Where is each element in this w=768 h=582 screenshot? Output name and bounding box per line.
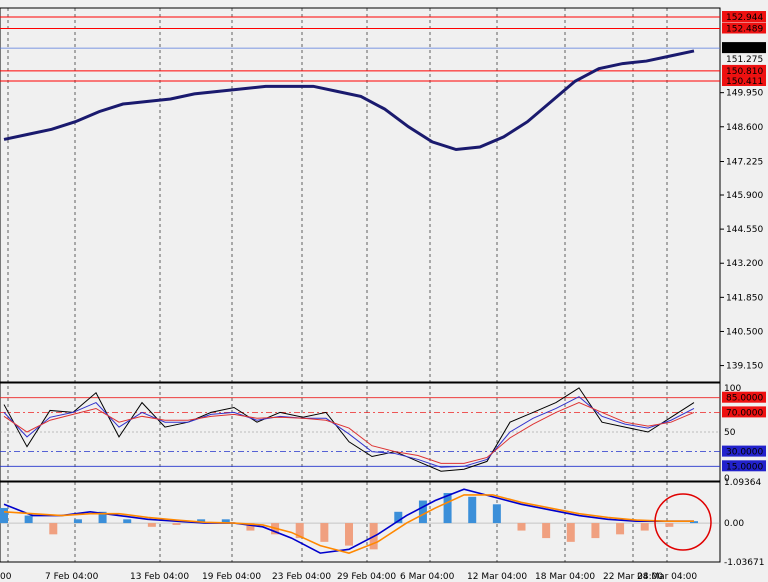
stochastic-level-text: 15.0000 <box>726 462 763 472</box>
price-axis-ticks: 149.950 148.600 147.225 145.900 144.550 143.2… <box>720 89 763 372</box>
macd-histogram-bar <box>468 496 477 524</box>
price-label-text: 151.275 <box>726 55 763 65</box>
macd-histogram-bar <box>517 523 526 531</box>
macd-histogram-bar <box>147 523 156 527</box>
stochastic-level-text: 70.0000 <box>726 408 763 418</box>
price-tick-label: 139.150 <box>726 362 763 372</box>
time-tick-label: 13 Feb 04:00 <box>130 572 189 582</box>
price-tick-label: 143.200 <box>726 259 763 269</box>
macd-histogram-bar <box>418 500 427 524</box>
stochastic-tick-label: 50 <box>724 428 736 438</box>
time-tick-label: 7 Feb 04:00 <box>45 572 99 582</box>
macd-histogram-bar <box>345 523 353 546</box>
macd-histogram-bar <box>123 519 132 524</box>
macd-histogram-bar <box>320 523 329 542</box>
price-tick-label: 144.550 <box>726 225 763 235</box>
macd-histogram-bar <box>24 515 33 524</box>
time-tick-label: 19 Feb 04:00 <box>202 572 261 582</box>
time-tick-label: 6 Mar 04:00 <box>400 572 455 582</box>
macd-histogram-bar <box>492 504 501 524</box>
time-tick-label: 29 Feb 04:00 <box>337 572 396 582</box>
macd-histogram-bar <box>49 523 58 535</box>
price-label-text: 152.944 <box>726 13 763 23</box>
stochastic-level-text: 30.0000 <box>726 448 763 458</box>
price-tick-label: 140.500 <box>726 327 763 337</box>
macd-histogram-bar <box>172 523 181 525</box>
macd-histogram-bar <box>591 523 600 539</box>
price-label-text: 152.489 <box>726 24 763 34</box>
macd-histogram-bar <box>665 523 674 527</box>
price-label-text: 150.411 <box>726 77 763 87</box>
macd-histogram-bar <box>616 523 625 535</box>
current-price-text: 151.713 <box>726 44 763 54</box>
time-tick-label: 23 Feb 04:00 <box>272 572 331 582</box>
time-tick-label: 18 Mar 04:00 <box>535 572 595 582</box>
macd-axis-ticks: 1.09364 0.00 -1.03671 <box>724 478 764 568</box>
macd-histogram-bar <box>542 523 551 539</box>
price-tick-label: 147.225 <box>726 158 763 168</box>
price-tick-label: 145.900 <box>726 191 763 201</box>
price-tick-label: 149.950 <box>726 89 763 99</box>
time-tick-label: 12 Mar 04:00 <box>467 572 527 582</box>
chart-canvas: 152.944152.489151.713151.275150.810150.4… <box>0 7 766 582</box>
price-panel <box>0 7 721 383</box>
stochastic-tick-label: 100 <box>724 384 741 394</box>
time-tick-label: 28 Mar 04:00 <box>637 572 697 582</box>
price-tick-label: 141.850 <box>726 293 763 303</box>
macd-tick-label: 0.00 <box>724 519 744 529</box>
time-tick-label: 00 <box>0 572 12 582</box>
stochastic-level-text: 85.0000 <box>726 394 763 404</box>
macd-histogram-bar <box>0 508 8 524</box>
macd-histogram-bar <box>640 523 649 531</box>
price-axis-labels: 152.944152.489151.713151.275150.810150.4… <box>722 10 766 87</box>
macd-histogram-bar <box>73 519 82 524</box>
macd-panel <box>0 481 721 563</box>
macd-tick-label: -1.03671 <box>724 558 764 568</box>
price-tick-label: 148.600 <box>726 123 763 133</box>
time-axis-labels: 00 7 Feb 04:00 13 Feb 04:00 19 Feb 04:00 23 … <box>0 572 697 582</box>
macd-histogram-bar <box>566 523 575 542</box>
macd-tick-label: 1.09364 <box>724 478 761 488</box>
